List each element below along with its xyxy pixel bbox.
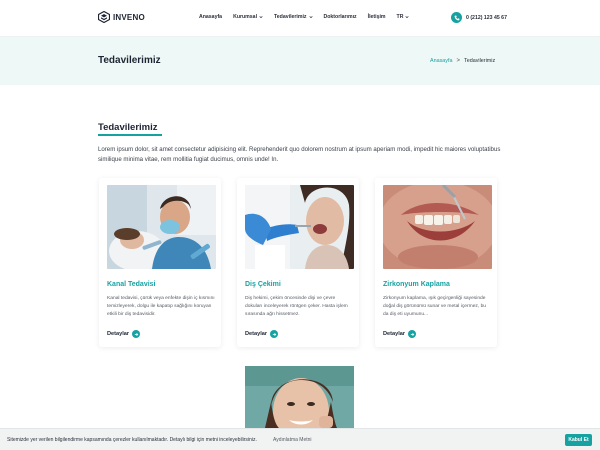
treatment-description: Kanal tedavisi, çürük veya enfekte dişin… <box>107 296 215 318</box>
site-header: INVENO Anasayfa Kurumsal Tedavilerimiz D… <box>0 0 600 37</box>
logo-text: INVENO <box>113 12 145 22</box>
section-description: Lorem ipsum dolor, sit amet consectetur … <box>98 146 501 163</box>
nav-label: Doktorlarımız <box>323 14 357 20</box>
details-link-label: Detaylar <box>107 331 130 337</box>
treatment-title[interactable]: Diş Çekimi <box>245 281 281 288</box>
arrow-right-icon <box>408 330 417 338</box>
nav-label: Kurumsal <box>233 14 258 20</box>
treatment-image-kanal[interactable] <box>107 185 216 269</box>
details-link-label: Detaylar <box>245 331 268 337</box>
page-banner: Tedavilerimiz Anasayfa > Tedavilerimiz <box>0 37 600 85</box>
treatment-card-zirkonyum: Zirkonyum Kaplama Zirkonyum kaplama, ışı… <box>375 178 497 347</box>
treatment-card-dis-cekimi: Diş Çekimi Diş hekimi, çekim öncesinde d… <box>237 178 359 347</box>
chevron-down-icon <box>259 16 263 19</box>
cookie-bar: Sitemizde yer verilen bilgilendirme kaps… <box>0 428 600 450</box>
section-title-underline <box>98 134 162 136</box>
treatment-title[interactable]: Zirkonyum Kaplama <box>383 281 450 288</box>
details-link[interactable]: Detaylar <box>107 330 141 338</box>
treatment-description: Diş hekimi, çekim öncesinde dişi ve çevr… <box>245 296 348 318</box>
nav-item-doktorlarimiz[interactable]: Doktorlarımız <box>324 14 357 20</box>
language-selector[interactable]: TR <box>397 14 410 20</box>
nav-item-kurumsal[interactable]: Kurumsal <box>233 14 263 20</box>
treatment-description: Zirkonyum kaplama, ışık geçirgenliği say… <box>383 296 487 318</box>
nav-label: TR <box>396 14 404 20</box>
treatment-image-dis-cekimi[interactable] <box>245 185 354 269</box>
nav-label: İletişim <box>367 14 386 20</box>
header-phone[interactable]: 0 (212) 123 45 67 <box>451 12 507 23</box>
breadcrumb-home[interactable]: Anasayfa <box>430 58 452 64</box>
main-nav: Anasayfa Kurumsal Tedavilerimiz Doktorla… <box>199 14 420 20</box>
page-title: Tedavilerimiz <box>98 55 161 66</box>
logo-icon <box>98 11 110 23</box>
treatment-title[interactable]: Kanal Tedavisi <box>107 281 156 288</box>
phone-icon <box>451 12 462 23</box>
chevron-down-icon <box>308 16 313 19</box>
arrow-right-icon <box>270 330 279 338</box>
section-title: Tedavilerimiz <box>98 122 158 133</box>
breadcrumb-separator: > <box>456 58 460 64</box>
cookie-text: Sitemizde yer verilen bilgilendirme kaps… <box>7 437 257 443</box>
details-link[interactable]: Detaylar <box>383 330 417 338</box>
nav-label: Anasayfa <box>199 14 223 20</box>
nav-label: Tedavilerimiz <box>274 14 307 20</box>
nav-item-tedavilerimiz[interactable]: Tedavilerimiz <box>274 14 313 20</box>
phone-number: 0 (212) 123 45 67 <box>466 14 507 21</box>
nav-item-anasayfa[interactable]: Anasayfa <box>199 14 222 20</box>
treatment-card-kanal: Kanal Tedavisi Kanal tedavisi, çürük vey… <box>99 178 221 347</box>
nav-item-iletisim[interactable]: İletişim <box>368 14 386 20</box>
details-link[interactable]: Detaylar <box>245 330 279 338</box>
breadcrumb: Anasayfa > Tedavilerimiz <box>430 58 495 64</box>
accept-cookies-button[interactable]: Kabul Et <box>565 434 592 446</box>
logo[interactable]: INVENO <box>98 11 145 23</box>
privacy-notice-link[interactable]: Aydınlatma Metni <box>273 437 312 443</box>
details-link-label: Detaylar <box>383 331 406 337</box>
chevron-down-icon <box>405 16 410 19</box>
arrow-right-icon <box>132 330 141 338</box>
treatment-image-zirkonyum[interactable] <box>383 185 492 269</box>
breadcrumb-current: Tedavilerimiz <box>464 58 496 64</box>
treatment-image-smile[interactable] <box>245 366 354 428</box>
